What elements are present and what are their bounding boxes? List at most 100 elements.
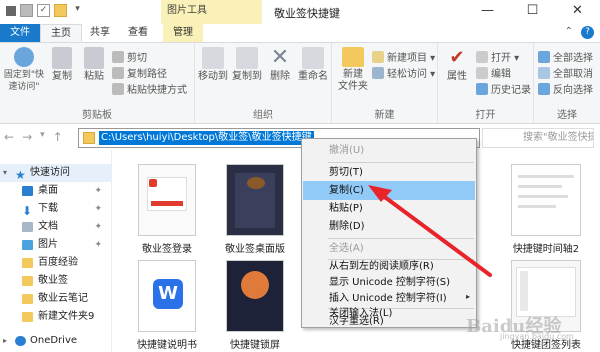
move-to-icon [202, 47, 224, 69]
submenu-arrow-icon: ▸ [465, 292, 470, 301]
help-icon[interactable]: ? [581, 26, 594, 39]
chevron-down-icon[interactable]: ▾ [3, 164, 7, 182]
new-item-icon [372, 50, 384, 63]
download-icon: ⬇ [22, 204, 33, 218]
cloud-icon [15, 336, 26, 346]
sidebar-item-downloads[interactable]: ⬇ 下载 ✦ [0, 200, 112, 218]
minimize-button[interactable]: — [465, 0, 510, 24]
image-thumbnail [226, 260, 284, 332]
ribbon-tab-bar: 文件 主页 共享 查看 管理 ⌃ ? [0, 24, 600, 43]
paste-button[interactable]: 粘贴 [78, 47, 110, 83]
history-button[interactable]: 历史记录 [476, 81, 531, 96]
pin-icon[interactable]: ✦ [94, 200, 102, 218]
menu-item-insert-unicode[interactable]: 插入 Unicode 控制字符(I) [303, 289, 475, 308]
navigation-buttons: ← → ▾ ↑ [4, 130, 63, 144]
folder-icon [22, 294, 33, 304]
easy-access-button[interactable]: 轻松访问 ▾ [372, 65, 435, 80]
tab-home[interactable]: 主页 [40, 24, 82, 43]
ribbon: 固定到"快 速访问" 复制 粘贴 剪切 复制路径 粘贴快捷方式 剪贴板 移动到 [0, 42, 600, 124]
properties-button[interactable]: ✔ 属性 [440, 47, 474, 83]
rename-button[interactable]: 重命名 [296, 47, 330, 83]
recent-dropdown-icon[interactable]: ▾ [40, 130, 45, 144]
sidebar-item-desktop[interactable]: 桌面 ✦ [0, 182, 112, 200]
select-all-button[interactable]: 全部选择 [538, 49, 593, 64]
copy-path-button[interactable]: 复制路径 [112, 65, 167, 80]
pin-icon[interactable]: ✦ [94, 218, 102, 236]
chevron-up-icon[interactable]: ⌃ [565, 26, 573, 39]
sidebar-item-pictures[interactable]: 图片 ✦ [0, 236, 112, 254]
menu-item-copy[interactable]: 复制(C) [303, 181, 475, 200]
maximize-button[interactable]: ☐ [510, 0, 555, 24]
menu-item-undo[interactable]: 撤消(U) [303, 141, 475, 160]
forward-arrow-icon[interactable]: → [22, 130, 32, 144]
menu-item-paste[interactable]: 粘贴(P) [303, 199, 475, 218]
folder-icon [83, 132, 95, 144]
baidu-watermark-url: jingyan.baidu.com [500, 332, 574, 341]
sidebar-item-documents[interactable]: 文档 ✦ [0, 218, 112, 236]
image-thumbnail [138, 164, 196, 236]
sidebar-item-jingye-cloud-notes[interactable]: 敬业云笔记 [0, 290, 112, 308]
close-button[interactable]: ✕ [555, 0, 600, 24]
menu-item-reconversion[interactable]: 汉字重选(R) [303, 315, 475, 329]
back-arrow-icon[interactable]: ← [4, 130, 14, 144]
cut-button[interactable]: 剪切 [112, 49, 147, 64]
picture-tools-header: 图片工具 [161, 0, 262, 24]
easy-access-icon [372, 66, 384, 79]
menu-item-cut[interactable]: 剪切(T) [303, 163, 475, 182]
file-item[interactable]: W 快捷键说明书 [129, 260, 205, 351]
folder-icon [342, 47, 364, 67]
edit-button[interactable]: 编辑 [476, 65, 511, 80]
sidebar-item-onedrive[interactable]: ▸ OneDrive [0, 332, 112, 350]
explorer-icon[interactable] [6, 5, 16, 16]
file-item[interactable]: 敬业签桌面版 [217, 164, 293, 255]
new-item-button[interactable]: 新建项目 ▾ [372, 49, 435, 64]
file-item[interactable]: 快捷键锁屏 [217, 260, 293, 351]
organize-group-label: 组织 [253, 110, 273, 121]
tab-file[interactable]: 文件 [0, 24, 40, 42]
tab-share[interactable]: 共享 [82, 24, 118, 42]
up-arrow-icon[interactable]: ↑ [53, 130, 63, 144]
tab-manage[interactable]: 管理 [163, 24, 203, 42]
file-item[interactable]: 快捷键时间轴2 [499, 164, 593, 255]
history-icon [476, 82, 488, 95]
file-name: 敬业签登录 [142, 244, 192, 255]
new-group: 新建 文件夹 新建项目 ▾ 轻松访问 ▾ 新建 [332, 43, 438, 123]
menu-item-select-all[interactable]: 全选(A) [303, 239, 475, 258]
pin-icon[interactable]: ✦ [94, 182, 102, 200]
new-folder-icon[interactable] [54, 4, 67, 17]
menu-item-delete[interactable]: 删除(D) [303, 217, 475, 236]
sidebar-item-jingyeqian[interactable]: 敬业签 [0, 272, 112, 290]
sidebar-item-baidu-jingyan[interactable]: 百度经验 [0, 254, 112, 272]
move-to-button[interactable]: 移动到 [197, 47, 229, 83]
pin-icon [14, 47, 34, 67]
address-bar-row: ← → ▾ ↑ C:\Users\huiyi\Desktop\敬业签\敬业签快捷… [0, 124, 600, 150]
new-folder-button[interactable]: 新建 文件夹 [336, 47, 370, 93]
image-thumbnail [511, 164, 581, 236]
select-none-button[interactable]: 全部取消 [538, 65, 593, 80]
customize-toolbar-icon[interactable]: ▾ [71, 4, 84, 17]
properties-icon: ✔ [449, 47, 465, 68]
delete-x-icon: ✕ [270, 45, 290, 70]
properties-check-icon[interactable]: ✓ [37, 4, 50, 17]
file-item[interactable]: 敬业签登录 [129, 164, 205, 255]
desktop-icon [22, 186, 33, 196]
open-icon [476, 50, 488, 63]
tab-view[interactable]: 查看 [118, 24, 158, 42]
sidebar-item-new-folder-9[interactable]: 新建文件夹9 [0, 308, 112, 326]
address-path-selected[interactable]: C:\Users\huiyi\Desktop\敬业签\敬业签快捷键 [99, 131, 314, 145]
file-name: 快捷键说明书 [137, 340, 197, 351]
paste-shortcut-button[interactable]: 粘贴快捷方式 [112, 81, 187, 96]
select-group: 全部选择 全部取消 反向选择 选择 [534, 43, 600, 123]
search-input[interactable]: 搜索"敬业签快捷键" [482, 128, 594, 148]
chevron-right-icon[interactable]: ▸ [3, 332, 7, 350]
copy-to-button[interactable]: 复制到 [231, 47, 263, 83]
delete-button[interactable]: ✕ 删除 [265, 47, 295, 83]
wps-icon: W [153, 279, 183, 309]
pin-quick-access-button[interactable]: 固定到"快 速访问" [2, 47, 46, 93]
open-button[interactable]: 打开 ▾ [476, 49, 519, 64]
pin-icon[interactable]: ✦ [94, 236, 102, 254]
sidebar-item-quick-access[interactable]: ▾ ★ 快速访问 [0, 164, 112, 182]
clipboard-group-label: 剪贴板 [82, 110, 112, 121]
copy-button[interactable]: 复制 [46, 47, 78, 83]
invert-selection-button[interactable]: 反向选择 [538, 81, 593, 96]
